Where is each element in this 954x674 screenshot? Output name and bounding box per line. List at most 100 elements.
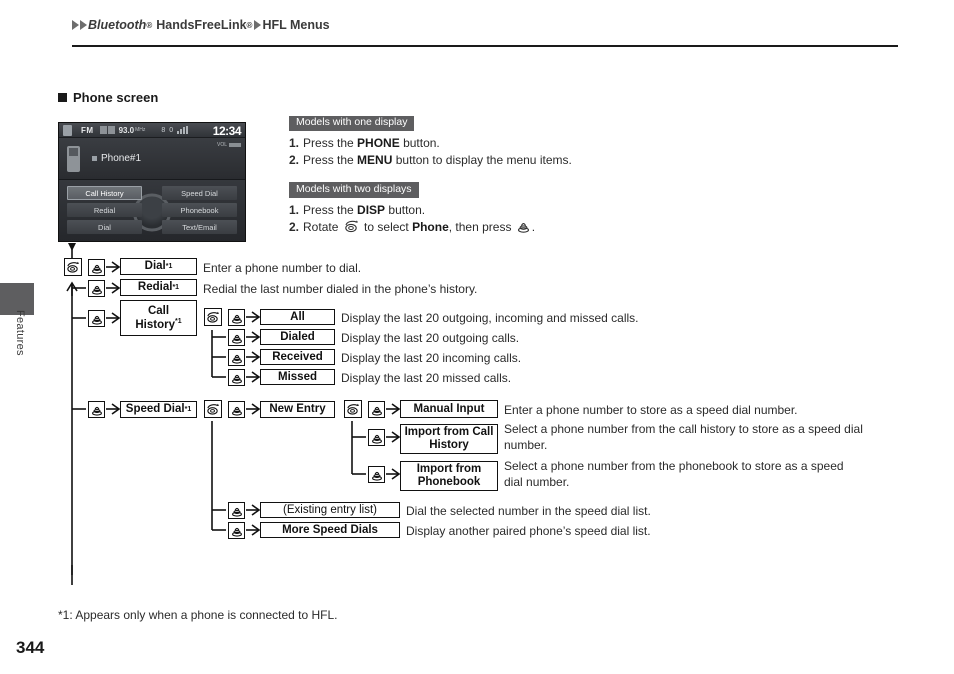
press-knob-icon-box	[228, 369, 245, 386]
step-text: Press the PHONE button.	[303, 136, 440, 151]
steps-one-display: 1. Press the PHONE button. 2. Press the …	[289, 136, 609, 169]
press-knob-icon	[231, 354, 242, 364]
page-title: Phone screen	[58, 90, 158, 105]
flow-node-received[interactable]: Received	[260, 349, 335, 365]
press-knob-icon-box	[88, 310, 105, 327]
device-frequency: 93.0	[118, 125, 135, 135]
flow-desc-manual-input: Enter a phone number to store as a speed…	[504, 403, 798, 417]
device-phone-info: Phone#1 VOL	[59, 138, 245, 180]
device-bluetooth-status: 8 0	[161, 126, 175, 134]
breadcrumb-registered-icon: ®	[246, 20, 253, 30]
flow-desc-existing-entry-list: Dial the selected number in the speed di…	[406, 504, 651, 518]
flow-node-existing-entry-list[interactable]: (Existing entry list)	[260, 502, 400, 518]
rotate-knob-icon	[347, 403, 360, 415]
press-knob-icon-box	[88, 401, 105, 418]
device-volume-indicator: VOL	[217, 142, 241, 148]
flow-node-dial[interactable]: Dial *1	[120, 258, 197, 275]
press-knob-icon	[91, 406, 102, 416]
step-number: 2.	[289, 219, 300, 234]
press-knob-icon-box	[228, 502, 245, 519]
step-number: 1.	[289, 203, 300, 217]
breadcrumb-item-bluetooth: Bluetooth	[88, 18, 147, 32]
device-menu-call-history: Call History	[67, 186, 142, 200]
press-knob-icon	[517, 220, 530, 238]
press-knob-icon	[91, 285, 102, 295]
device-clock: 12:34	[212, 124, 242, 138]
press-knob-icon-box	[368, 401, 385, 418]
press-knob-icon	[231, 406, 242, 416]
flow-node-missed[interactable]: Missed	[260, 369, 335, 385]
breadcrumb: Bluetooth ® HandsFreeLink ® HFL Menus	[72, 18, 898, 32]
device-menu-redial: Redial	[67, 203, 142, 217]
step-item: 1. Press the DISP button.	[289, 203, 609, 219]
device-frequency-unit: MHz	[135, 127, 146, 133]
device-menu-grid: Call History Redial Dial Speed Dial Phon…	[59, 180, 245, 241]
press-knob-icon	[371, 434, 382, 444]
press-knob-icon-box	[228, 309, 245, 326]
breadcrumb-item-handsfreelink: HandsFreeLink	[156, 18, 247, 32]
device-menu-speed-dial: Speed Dial	[162, 186, 237, 200]
flow-node-label: Redial	[137, 281, 173, 294]
step-text: Press the MENU button to display the men…	[303, 153, 572, 167]
page-number: 344	[16, 638, 45, 657]
rotate-knob-icon-box	[204, 308, 222, 326]
rotate-knob-icon-box	[204, 400, 222, 418]
device-status-bar: FM 93.0 MHz 8 0 12:34	[59, 123, 245, 138]
flow-desc-missed: Display the last 20 missed calls.	[341, 371, 512, 385]
flow-desc-dial: Enter a phone number to dial.	[203, 261, 362, 275]
rotate-knob-icon-box	[64, 258, 82, 276]
flow-node-redial[interactable]: Redial *1	[120, 279, 197, 296]
breadcrumb-item-hfl-menus: HFL Menus	[262, 18, 330, 32]
step-number: 1.	[289, 136, 300, 151]
press-knob-icon	[231, 527, 242, 537]
press-knob-icon-box	[88, 259, 105, 276]
badge-models-two-displays: Models with two displays	[289, 182, 419, 198]
flow-node-all[interactable]: All	[260, 309, 335, 325]
rotate-knob-icon-box	[344, 400, 362, 418]
footnote: *1: Appears only when a phone is connect…	[58, 608, 338, 622]
device-band-label: FM	[81, 125, 94, 135]
footnote-marker: *1	[172, 283, 180, 291]
device-menu-dial: Dial	[67, 220, 142, 234]
device-menu-right-column: Speed Dial Phonebook Text/Email	[162, 186, 237, 234]
footnote-marker: *1	[175, 317, 182, 325]
step-item: 1. Press the PHONE button.	[289, 136, 609, 152]
flow-node-dialed[interactable]: Dialed	[260, 329, 335, 345]
rotate-knob-icon	[207, 403, 220, 415]
section-title-text: Phone screen	[73, 90, 159, 105]
flow-desc-import-call-history: Select a phone number from the call hist…	[504, 422, 863, 453]
rotate-knob-icon	[67, 261, 80, 273]
step-text: Press the DISP button.	[303, 203, 426, 217]
step-item: 2. Press the MENU button to display the …	[289, 153, 609, 169]
flow-node-manual-input[interactable]: Manual Input	[400, 400, 498, 418]
press-knob-icon	[91, 315, 102, 325]
press-knob-icon	[231, 374, 242, 384]
footnote-marker: *1	[184, 405, 192, 413]
flow-desc-import-phonebook: Select a phone number from the phonebook…	[504, 459, 844, 490]
breadcrumb-arrow-icon	[80, 20, 87, 30]
flow-node-call-history[interactable]: Call History*1	[120, 300, 197, 336]
breadcrumb-registered-icon: ®	[146, 20, 153, 30]
flow-desc-all: Display the last 20 outgoing, incoming a…	[341, 311, 639, 325]
section-bullet-icon	[58, 93, 67, 102]
instructions-panel: Models with one display 1. Press the PHO…	[289, 112, 609, 239]
press-knob-icon-box	[368, 429, 385, 446]
flow-node-new-entry[interactable]: New Entry	[260, 401, 335, 418]
press-knob-icon-box	[228, 522, 245, 539]
step-item: 2. Rotate to select Phone, then press .	[289, 220, 609, 238]
steps-two-displays: 1. Press the DISP button. 2. Rotate to s…	[289, 203, 609, 238]
press-knob-icon	[91, 264, 102, 274]
mobile-phone-icon	[67, 145, 80, 172]
flow-desc-more-speed-dials: Display another paired phone’s speed dia…	[406, 524, 651, 538]
flow-node-import-phonebook[interactable]: Import from Phonebook	[400, 461, 498, 491]
flow-node-more-speed-dials[interactable]: More Speed Dials	[260, 522, 400, 538]
flow-node-speed-dial[interactable]: Speed Dial *1	[120, 401, 197, 418]
footnote-marker: *1	[165, 262, 173, 270]
flow-desc-received: Display the last 20 incoming calls.	[341, 351, 522, 365]
press-knob-icon	[231, 334, 242, 344]
rotate-knob-icon	[207, 311, 220, 323]
page-header: Bluetooth ® HandsFreeLink ® HFL Menus	[72, 18, 898, 32]
flow-node-import-call-history[interactable]: Import from Call History	[400, 424, 498, 454]
press-knob-icon-box	[368, 466, 385, 483]
breadcrumb-arrow-icon	[254, 20, 262, 30]
